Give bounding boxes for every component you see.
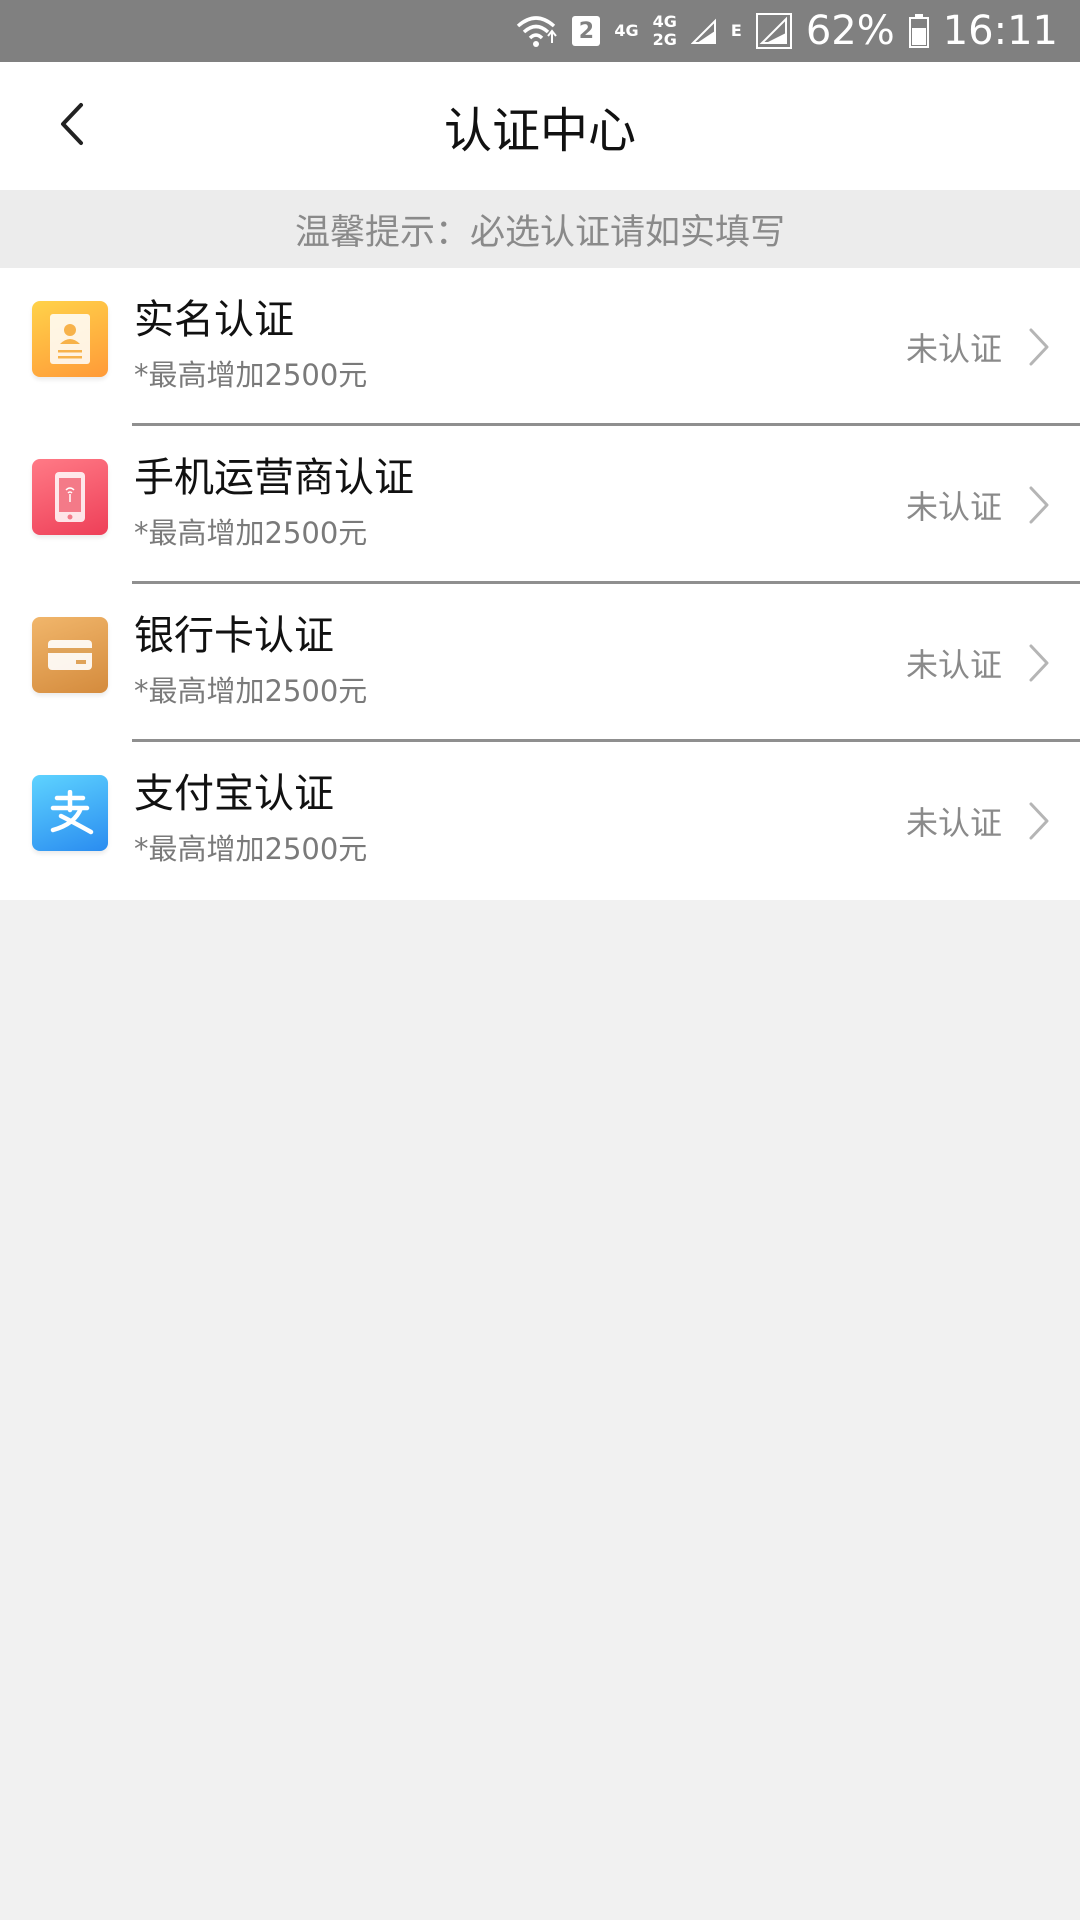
status-label: 未认证 <box>905 488 1002 526</box>
phone-icon <box>32 459 108 535</box>
status-label: 未认证 <box>905 646 1002 684</box>
item-title: 实名认证 <box>134 297 294 343</box>
list-item-real-name[interactable]: 实名认证 *最高增加2500元 未认证 <box>0 268 1080 426</box>
id-card-icon <box>32 301 108 377</box>
chevron-right-icon <box>1028 426 1050 584</box>
notice-banner: 温馨提示：必选认证请如实填写 <box>0 190 1080 268</box>
chevron-right-icon <box>1028 268 1050 426</box>
page-title: 认证中心 <box>443 103 636 159</box>
alipay-icon <box>32 775 108 851</box>
list-item-bank-card[interactable]: 银行卡认证 *最高增加2500元 未认证 <box>0 584 1080 742</box>
status-label: 未认证 <box>905 330 1002 368</box>
chevron-right-icon <box>1028 742 1050 900</box>
bank-card-icon <box>32 617 108 693</box>
verification-list: 实名认证 *最高增加2500元 未认证 手机运营商认证 *最高增加2500元 未… <box>0 268 1080 900</box>
sim-slot-badge: 2 <box>572 16 601 46</box>
item-subtitle: *最高增加2500元 <box>134 358 368 392</box>
status-label: 未认证 <box>905 804 1002 842</box>
signal-icon <box>690 17 717 45</box>
item-subtitle: *最高增加2500元 <box>134 674 368 708</box>
clock: 16:11 <box>942 8 1058 54</box>
wifi-icon <box>514 14 558 48</box>
back-button[interactable] <box>40 94 104 158</box>
list-item-alipay[interactable]: 支付宝认证 *最高增加2500元 未认证 <box>0 742 1080 900</box>
signal-icon <box>755 13 792 49</box>
chevron-left-icon <box>57 102 87 150</box>
item-subtitle: *最高增加2500元 <box>134 832 368 866</box>
network-type-e: E <box>730 21 742 41</box>
battery-percent: 62% <box>805 8 895 54</box>
network-type-top: 4G <box>652 12 677 32</box>
list-item-carrier[interactable]: 手机运营商认证 *最高增加2500元 未认证 <box>0 426 1080 584</box>
chevron-right-icon <box>1028 584 1050 742</box>
status-bar: 2 4G 4G 2G E 62% 16:11 <box>0 0 1080 62</box>
network-type-bottom: 2G <box>652 30 677 49</box>
battery-icon <box>908 14 929 48</box>
item-title: 手机运营商认证 <box>134 455 414 501</box>
item-title: 银行卡认证 <box>134 613 334 659</box>
network-stack: 4G 2G <box>653 13 677 48</box>
app-header: 认证中心 <box>0 62 1080 190</box>
network-type: 4G <box>614 21 639 41</box>
item-title: 支付宝认证 <box>134 771 334 817</box>
notice-text: 温馨提示：必选认证请如实填写 <box>294 212 785 253</box>
item-subtitle: *最高增加2500元 <box>134 516 368 550</box>
